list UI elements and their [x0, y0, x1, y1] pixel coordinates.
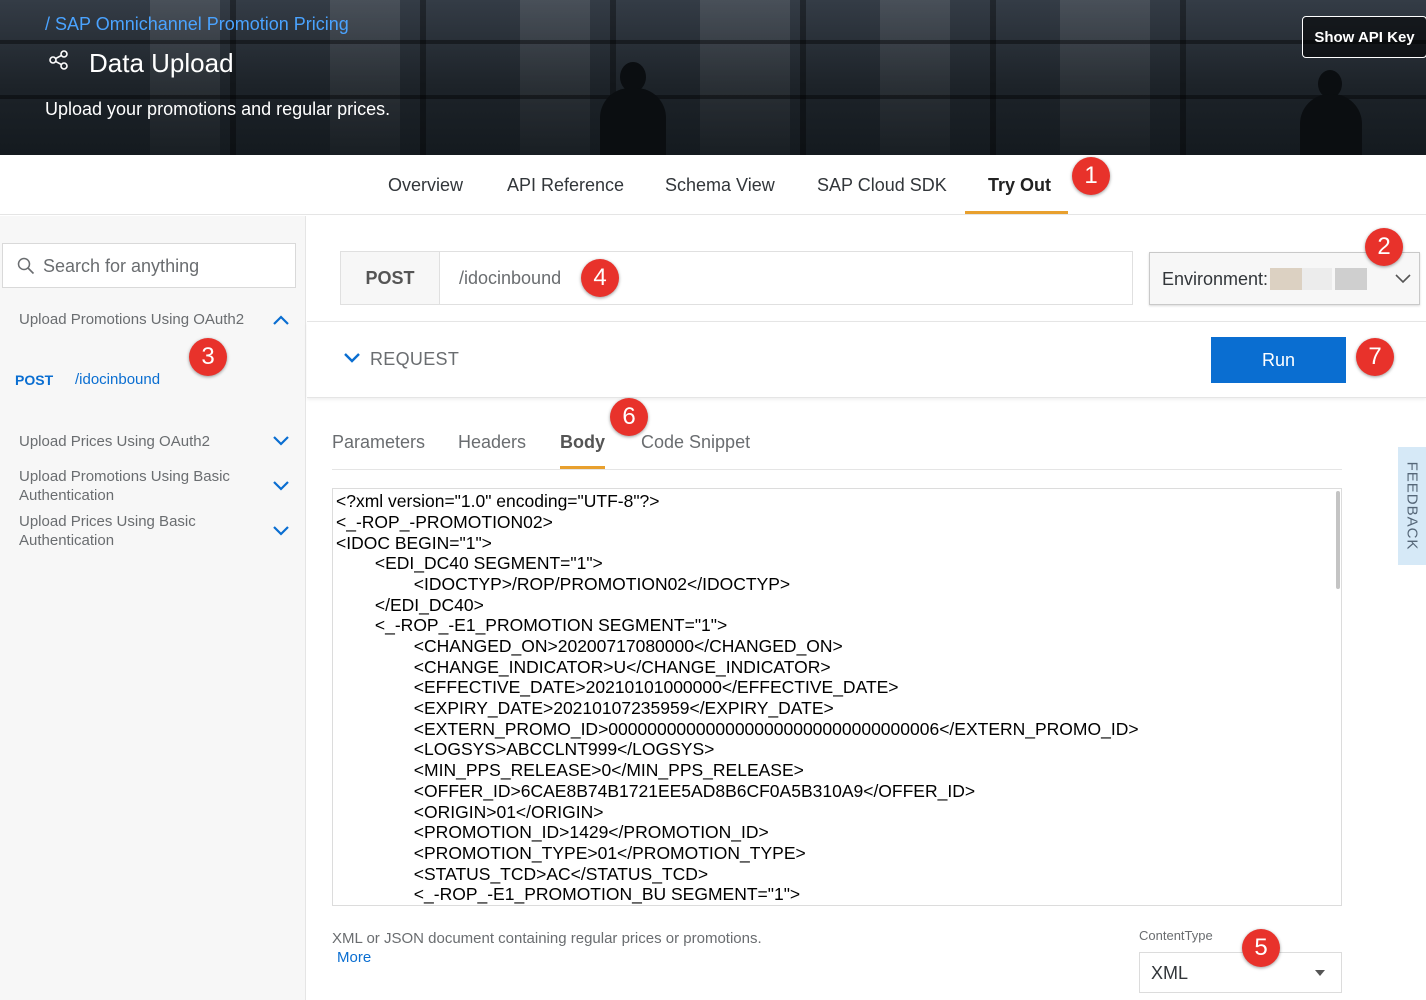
code-line: <CHANGED_ON>20200717080000</CHANGED_ON> [336, 636, 843, 656]
code-line: <ORIGIN>01</ORIGIN> [336, 802, 604, 822]
code-line: <IDOCTYP>/ROP/PROMOTION02</IDOCTYP> [336, 574, 791, 594]
callout-badge: 4 [581, 259, 619, 297]
environment-value-redacted [1335, 268, 1367, 290]
body-description: XML or JSON document containing regular … [332, 930, 762, 947]
request-section-toggle[interactable]: REQUEST [370, 349, 459, 370]
code-line: <LOGSYS>ABCCLNT999</LOGSYS> [336, 739, 715, 759]
more-link[interactable]: More [337, 949, 371, 966]
code-line: <CHANGE_INDICATOR>U</CHANGE_INDICATOR> [336, 657, 831, 677]
code-line: <?xml version="1.0" encoding="UTF-8"?> [336, 491, 660, 511]
code-line: </EDI_DC40> [336, 595, 484, 615]
tab-sap-cloud-sdk[interactable]: SAP Cloud SDK [817, 155, 947, 215]
code-line: <EXPIRY_DATE>20210107235959</EXPIRY_DATE… [336, 698, 834, 718]
chevron-up-icon[interactable] [272, 314, 290, 326]
search-input[interactable] [43, 252, 283, 280]
code-line: <MIN_PPS_RELEASE>0</MIN_PPS_RELEASE> [336, 760, 804, 780]
callout-badge: 5 [1242, 929, 1280, 967]
banner-frame [420, 0, 426, 155]
banner-figure [600, 88, 666, 155]
active-subtab-indicator [560, 466, 605, 469]
breadcrumb[interactable]: / SAP Omnichannel Promotion Pricing [45, 14, 349, 35]
banner-window [880, 0, 950, 155]
sidebar-endpoint-idocinbound[interactable]: /idocinbound [75, 371, 160, 388]
tab-try-out[interactable]: Try Out [988, 155, 1051, 215]
search-box [2, 243, 296, 288]
code-line: <STATUS_TCD>AC</STATUS_TCD> [336, 864, 709, 884]
share-icon[interactable] [48, 50, 70, 70]
code-line: <EFFECTIVE_DATE>20210101000000</EFFECTIV… [336, 677, 899, 697]
code-line: <_-ROP_-PROMOTION02> [336, 512, 553, 532]
content-type-label: ContentType [1139, 928, 1213, 943]
callout-badge: 6 [610, 398, 648, 436]
feedback-tab[interactable]: FEEDBACK [1398, 447, 1426, 565]
active-tab-indicator [965, 211, 1068, 214]
chevron-down-icon[interactable] [272, 480, 290, 492]
code-line: <EDI_DC40 SEGMENT="1"> [336, 553, 603, 573]
tab-parameters[interactable]: Parameters [332, 432, 425, 453]
feedback-label: FEEDBACK [1403, 461, 1421, 551]
code-line: <PROMOTION_TYPE>01</PROMOTION_TYPE> [336, 843, 806, 863]
banner-window [1060, 0, 1150, 155]
environment-value-redacted [1270, 268, 1302, 290]
content-type-select[interactable]: XML [1139, 952, 1342, 993]
banner-frame [1180, 0, 1186, 155]
code-line: <IDOC BEGIN="1"> [336, 533, 492, 553]
callout-badge: 7 [1356, 338, 1394, 376]
sidebar-group-upload-promotions-basic[interactable]: Upload Promotions Using Basic Authentica… [19, 467, 254, 505]
code-line: <_-ROP_-E1_PROMOTION SEGMENT="1"> [336, 615, 728, 635]
sidebar-group-upload-prices-basic[interactable]: Upload Prices Using Basic Authentication [19, 512, 254, 550]
endpoint-bar: POST /idocinbound [340, 251, 1133, 305]
code-line: <EXTERN_PROMO_ID>00000000000000000000000… [336, 719, 1139, 739]
dropdown-arrow-icon [1315, 970, 1325, 976]
page-title: Data Upload [89, 48, 234, 78]
banner-rail [0, 40, 1426, 44]
top-tab-bar: Overview API Reference Schema View SAP C… [0, 155, 1426, 215]
tab-code-snippet[interactable]: Code Snippet [641, 432, 750, 453]
run-button[interactable]: Run [1211, 337, 1346, 383]
tab-schema-view[interactable]: Schema View [665, 155, 775, 215]
show-api-key-button[interactable]: Show API Key [1302, 16, 1426, 58]
environment-label: Environment: [1162, 269, 1269, 289]
page-subtitle: Upload your promotions and regular price… [45, 99, 391, 119]
banner-window [700, 0, 790, 155]
request-tab-bar: Parameters Headers Body Code Snippet [332, 418, 1342, 470]
header-banner: / SAP Omnichannel Promotion Pricing Data… [0, 0, 1426, 155]
editor-scrollbar[interactable] [1336, 491, 1340, 589]
callout-badge: 1 [1072, 157, 1110, 195]
endpoint-method: POST [341, 252, 440, 304]
sidebar-group-upload-prices-oauth2[interactable]: Upload Prices Using OAuth2 [19, 432, 254, 451]
code-line: <OFFER_ID>6CAE8B74B1721EE5AD8B6CF0A5B310… [336, 781, 976, 801]
content-type-value: XML [1151, 963, 1189, 983]
tab-body[interactable]: Body [560, 432, 605, 453]
request-body-editor[interactable]: <?xml version="1.0" encoding="UTF-8"?> <… [332, 488, 1342, 906]
tab-overview[interactable]: Overview [388, 155, 463, 215]
code-line: <PROMOTION_ID>1429</PROMOTION_ID> [336, 822, 769, 842]
sidebar-endpoint-method: POST [15, 372, 54, 388]
search-icon [17, 257, 35, 275]
banner-window [520, 0, 590, 155]
chevron-down-icon[interactable] [272, 525, 290, 537]
sidebar: Upload Promotions Using OAuth2 POST /ido… [0, 216, 306, 1000]
endpoint-path: /idocinbound [459, 268, 562, 288]
callout-badge: 3 [189, 338, 227, 376]
request-bar: REQUEST Run [307, 321, 1426, 398]
banner-frame [990, 0, 996, 155]
banner-figure [1300, 94, 1362, 155]
code-line: <_-ROP_-E1_PROMOTION_BU SEGMENT="1"> [336, 884, 801, 904]
environment-value-redacted [1302, 268, 1332, 290]
banner-frame [800, 0, 806, 155]
tab-headers[interactable]: Headers [458, 432, 526, 453]
callout-badge: 2 [1365, 228, 1403, 266]
sidebar-group-upload-promotions-oauth2[interactable]: Upload Promotions Using OAuth2 [19, 310, 254, 329]
chevron-down-icon[interactable] [272, 435, 290, 447]
tab-api-reference[interactable]: API Reference [507, 155, 624, 215]
chevron-down-icon[interactable] [1395, 274, 1411, 284]
chevron-down-icon[interactable] [344, 353, 360, 364]
